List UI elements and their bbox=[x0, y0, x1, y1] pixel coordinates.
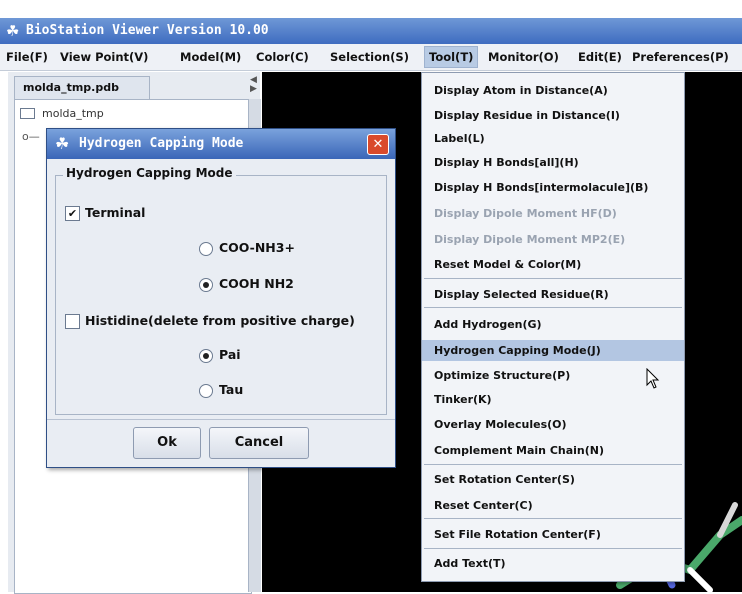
menu-separator bbox=[424, 278, 682, 279]
menu-item-set-rotation-center[interactable]: Set Rotation Center(S) bbox=[434, 473, 575, 486]
histidine-label: Histidine(delete from positive charge) bbox=[85, 313, 355, 328]
menu-separator bbox=[424, 548, 682, 549]
cooh-nh2-radio[interactable] bbox=[199, 278, 213, 292]
tab-scroll-arrows[interactable]: ◀ ▶ bbox=[250, 76, 257, 94]
tab-label: molda_tmp.pdb bbox=[23, 81, 119, 94]
menu-item-add-text[interactable]: Add Text(T) bbox=[434, 557, 506, 570]
menu-tool[interactable]: Tool(T) bbox=[424, 46, 479, 68]
molecule-app-icon: ☘ bbox=[55, 134, 70, 153]
menu-separator bbox=[424, 307, 682, 308]
mouse-cursor-icon bbox=[646, 368, 660, 389]
histidine-checkbox[interactable] bbox=[65, 314, 80, 329]
window-title: BioStation Viewer Version 10.00 bbox=[26, 23, 269, 38]
menu-item-add-hydrogen[interactable]: Add Hydrogen(G) bbox=[434, 318, 542, 331]
menu-separator bbox=[424, 464, 682, 465]
menu-edit[interactable]: Edit(E) bbox=[578, 50, 622, 64]
menu-item-display-atom-in-distance[interactable]: Display Atom in Distance(A) bbox=[434, 84, 608, 97]
dialog-title: Hydrogen Capping Mode bbox=[79, 136, 244, 151]
tau-label: Tau bbox=[219, 382, 244, 397]
menu-item-display-dipole-moment-hf: Display Dipole Moment HF(D) bbox=[434, 207, 617, 220]
menu-item-label[interactable]: Label(L) bbox=[434, 132, 485, 145]
menu-item-display-h-bonds-intermolecule[interactable]: Display H Bonds[intermolacule](B) bbox=[434, 181, 648, 194]
window-title-bar[interactable]: ☘ BioStation Viewer Version 10.00 bbox=[0, 18, 742, 44]
tool-menu: Display Atom in Distance(A) Display Resi… bbox=[421, 72, 685, 582]
coo-nh3-label: COO-NH3+ bbox=[219, 240, 295, 255]
menu-item-optimize-structure[interactable]: Optimize Structure(P) bbox=[434, 369, 570, 382]
ok-button[interactable]: Ok bbox=[133, 427, 201, 459]
terminal-checkbox[interactable]: ✔ bbox=[65, 206, 80, 221]
menu-item-display-dipole-moment-mp2: Display Dipole Moment MP2(E) bbox=[434, 233, 626, 246]
hydrogen-capping-dialog: ☘ Hydrogen Capping Mode ✕ Hydrogen Cappi… bbox=[46, 128, 396, 468]
tab-molda-tmp-pdb[interactable]: molda_tmp.pdb bbox=[14, 76, 150, 99]
pai-radio[interactable] bbox=[199, 349, 213, 363]
terminal-label: Terminal bbox=[85, 205, 146, 220]
menu-item-display-h-bonds-all[interactable]: Display H Bonds[all](H) bbox=[434, 156, 579, 169]
tau-radio[interactable] bbox=[199, 384, 213, 398]
menu-color[interactable]: Color(C) bbox=[256, 50, 309, 64]
menu-item-tinker[interactable]: Tinker(K) bbox=[434, 393, 492, 406]
dialog-separator bbox=[47, 419, 395, 420]
tree-root-label[interactable]: molda_tmp bbox=[42, 107, 104, 120]
menu-view-point[interactable]: View Point(V) bbox=[60, 50, 148, 64]
menu-item-display-residue-in-distance[interactable]: Display Residue in Distance(I) bbox=[434, 109, 620, 122]
group-label: Hydrogen Capping Mode bbox=[63, 166, 236, 180]
coo-nh3-radio[interactable] bbox=[199, 242, 213, 256]
menu-item-hydrogen-capping-mode[interactable]: Hydrogen Capping Mode(J) bbox=[434, 344, 601, 357]
menu-bar: File(F) View Point(V) Model(M) Color(C) … bbox=[0, 44, 742, 71]
menu-selection[interactable]: Selection(S) bbox=[330, 50, 409, 64]
menu-preferences[interactable]: Preferences(P) bbox=[632, 50, 729, 64]
cooh-nh2-label: COOH NH2 bbox=[219, 276, 294, 291]
folder-icon bbox=[20, 108, 35, 119]
menu-model[interactable]: Model(M) bbox=[180, 50, 241, 64]
menu-separator bbox=[424, 518, 682, 519]
menu-item-reset-model-color[interactable]: Reset Model & Color(M) bbox=[434, 258, 581, 271]
menu-item-display-selected-residue[interactable]: Display Selected Residue(R) bbox=[434, 288, 609, 301]
pai-label: Pai bbox=[219, 347, 241, 362]
menu-monitor[interactable]: Monitor(O) bbox=[488, 50, 559, 64]
menu-item-complement-main-chain[interactable]: Complement Main Chain(N) bbox=[434, 444, 604, 457]
menu-item-set-file-rotation-center[interactable]: Set File Rotation Center(F) bbox=[434, 528, 601, 541]
close-icon[interactable]: ✕ bbox=[367, 134, 389, 155]
menu-file[interactable]: File(F) bbox=[6, 50, 48, 64]
dialog-title-bar[interactable]: ☘ Hydrogen Capping Mode ✕ bbox=[47, 129, 395, 159]
menu-item-reset-center[interactable]: Reset Center(C) bbox=[434, 499, 533, 512]
menu-item-overlay-molecules[interactable]: Overlay Molecules(O) bbox=[434, 418, 567, 431]
molecule-app-icon: ☘ bbox=[6, 22, 20, 40]
tree-expand-handle-icon[interactable]: o— bbox=[22, 130, 40, 143]
cancel-button[interactable]: Cancel bbox=[209, 427, 309, 459]
